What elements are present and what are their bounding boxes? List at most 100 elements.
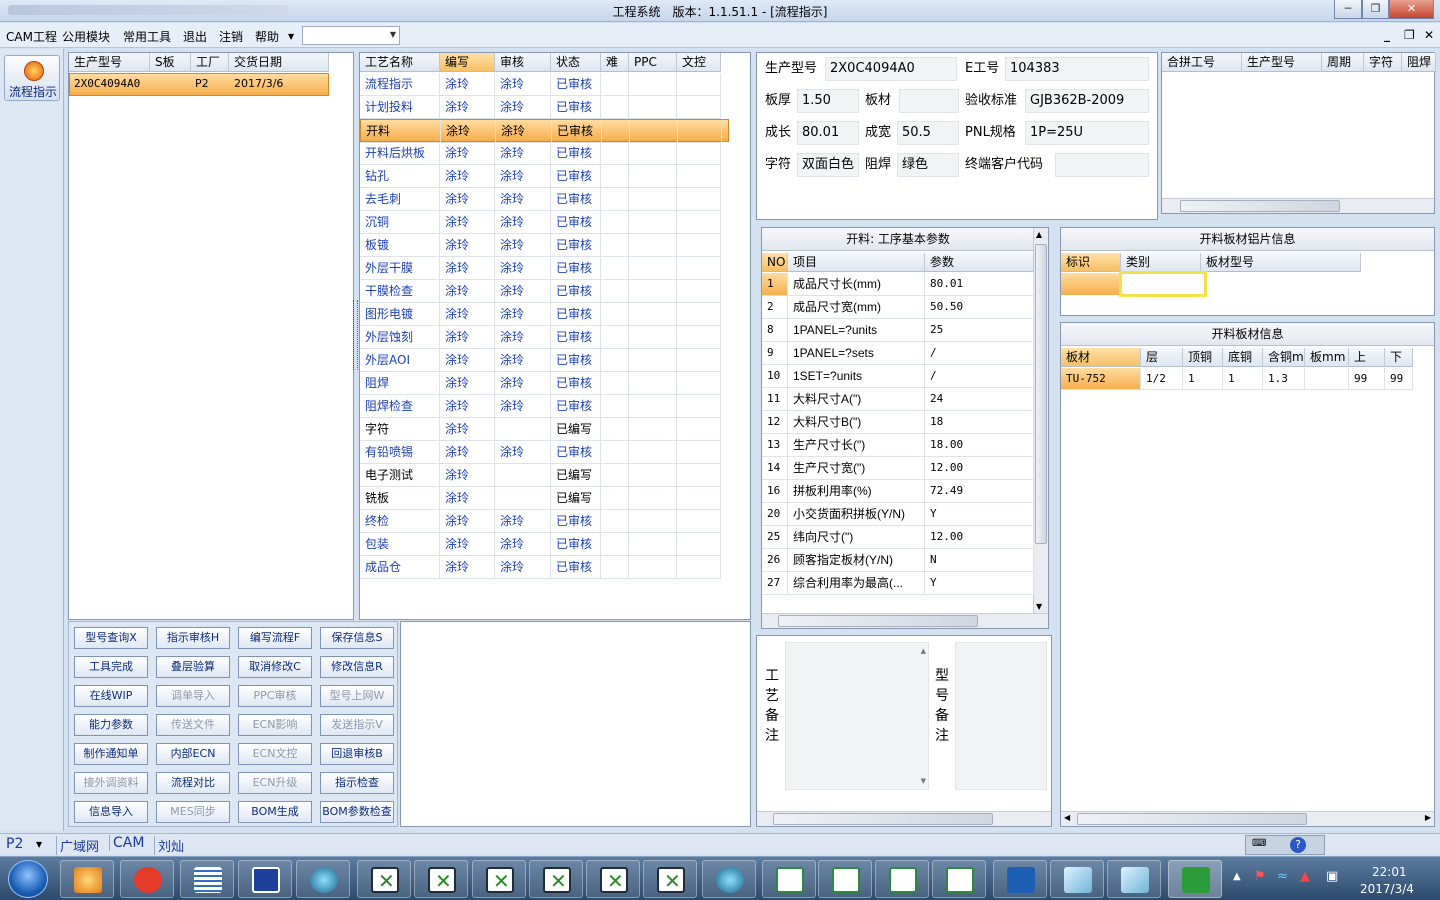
board-header[interactable]: 层 xyxy=(1141,348,1183,367)
minimize-icon[interactable]: ─ xyxy=(1334,0,1362,19)
taskbar-app[interactable] xyxy=(702,860,756,898)
scroll-up-icon[interactable]: ▲ xyxy=(921,647,926,655)
merge-header[interactable]: 字符 xyxy=(1364,53,1402,72)
table-row[interactable]: 板镀 涂玲 涂玲 已审核 xyxy=(360,234,729,257)
process-header[interactable]: 编写 xyxy=(440,53,495,72)
action-button[interactable]: 保存信息S xyxy=(320,627,394,649)
table-row[interactable]: 2X0C4094A0 P2 2017/3/6 xyxy=(69,73,329,96)
action-button[interactable]: 内部ECN xyxy=(156,743,230,765)
taskbar-app[interactable] xyxy=(238,860,292,898)
length-field[interactable]: 80.01 xyxy=(797,121,859,145)
board-cell[interactable]: TU-752 xyxy=(1061,368,1141,390)
taskbar-app[interactable] xyxy=(932,860,986,898)
customer-field[interactable] xyxy=(1055,153,1149,177)
table-row[interactable]: 铣板 涂玲 已编写 xyxy=(360,487,729,510)
taskbar-app[interactable] xyxy=(529,860,583,898)
flow-indicator-button[interactable]: 流程指示 xyxy=(4,55,60,101)
restore-icon[interactable]: ❐ xyxy=(1362,0,1389,19)
board-header[interactable]: 含铜mm xyxy=(1263,348,1305,367)
board-hscroll[interactable]: ◀ ▶ xyxy=(1061,811,1434,826)
merge-header[interactable]: 周期 xyxy=(1322,53,1364,72)
scroll-thumb[interactable] xyxy=(773,813,993,825)
board-header[interactable]: 下 xyxy=(1385,348,1413,367)
menu-exit[interactable]: 退出 xyxy=(183,28,207,45)
foil-category-editor[interactable] xyxy=(1119,271,1207,297)
process-header[interactable]: 审核 xyxy=(495,53,551,72)
taskbar-app[interactable] xyxy=(472,860,526,898)
merge-hscroll[interactable] xyxy=(1162,198,1434,213)
tray-network-icon[interactable]: ▣ xyxy=(1326,869,1338,884)
table-row[interactable]: 阻焊 涂玲 涂玲 已审核 xyxy=(360,372,729,395)
merge-header[interactable]: 阻焊 xyxy=(1402,53,1436,72)
board-header[interactable]: 顶铜 xyxy=(1183,348,1223,367)
scroll-left-icon[interactable]: ◀ xyxy=(1064,813,1070,822)
taskbar-app[interactable] xyxy=(993,860,1047,898)
action-button[interactable]: BOM生成 xyxy=(238,801,312,823)
table-row[interactable]: 字符 涂玲 已编写 xyxy=(360,418,729,441)
material-field[interactable] xyxy=(899,89,959,113)
menu-logout[interactable]: 注销 xyxy=(219,28,243,45)
table-row[interactable]: 沉铜 涂玲 涂玲 已审核 xyxy=(360,211,729,234)
board-header[interactable]: 上 xyxy=(1349,348,1385,367)
tray-reader-icon[interactable]: ▲ xyxy=(1300,869,1310,884)
table-row[interactable]: 外层蚀刻 涂玲 涂玲 已审核 xyxy=(360,326,729,349)
chevron-down-icon[interactable]: ▼ xyxy=(36,840,42,849)
taskbar-app[interactable] xyxy=(1107,860,1161,898)
menu-common-modules[interactable]: 公用模块 xyxy=(62,28,110,45)
taskbar-app[interactable] xyxy=(414,860,468,898)
process-header[interactable]: 难 xyxy=(601,53,629,72)
eno-field[interactable]: 104383 xyxy=(1005,57,1149,81)
action-button[interactable]: BOM参数检查 xyxy=(320,801,394,823)
action-button[interactable]: 取消修改C xyxy=(238,656,312,678)
params-hscroll[interactable] xyxy=(762,613,1048,628)
order-header[interactable]: 生产型号 xyxy=(69,53,150,72)
action-button[interactable]: 指示检查 xyxy=(320,772,394,794)
standard-field[interactable]: GJB362B-2009 xyxy=(1025,89,1149,113)
table-row[interactable]: 阻焊检查 涂玲 涂玲 已审核 xyxy=(360,395,729,418)
clock-date[interactable]: 2017/3/4 xyxy=(1360,882,1414,896)
tray-expand-icon[interactable]: ▲ xyxy=(1233,871,1241,882)
menu-cam[interactable]: CAM工程 xyxy=(6,28,57,45)
foil-header[interactable]: 类别 xyxy=(1121,253,1201,272)
taskbar-app-active[interactable] xyxy=(1168,860,1222,898)
table-row[interactable]: 终检 涂玲 涂玲 已审核 xyxy=(360,510,729,533)
process-header[interactable]: PPC xyxy=(629,53,677,72)
table-row[interactable]: 钻孔 涂玲 涂玲 已审核 xyxy=(360,165,729,188)
action-button[interactable]: 型号查询X xyxy=(74,627,148,649)
action-button[interactable]: 编写流程F xyxy=(238,627,312,649)
help-icon[interactable]: ? xyxy=(1290,837,1306,853)
taskbar-app[interactable] xyxy=(357,860,411,898)
table-row[interactable]: 有铅喷锡 涂玲 涂玲 已审核 xyxy=(360,441,729,464)
board-header[interactable]: 板材 xyxy=(1061,348,1141,367)
foil-cell-selected[interactable] xyxy=(1061,273,1119,295)
taskbar-app[interactable] xyxy=(818,860,872,898)
pnl-field[interactable]: 1P=25U xyxy=(1025,121,1149,145)
action-button[interactable]: 工具完成 xyxy=(74,656,148,678)
taskbar-app[interactable] xyxy=(120,860,174,898)
table-row[interactable]: 流程指示 涂玲 涂玲 已审核 xyxy=(360,73,729,96)
dropdown-arrow-icon[interactable]: ▼ xyxy=(288,32,294,41)
scroll-right-icon[interactable]: ▶ xyxy=(1425,813,1431,822)
table-row[interactable]: 包装 涂玲 涂玲 已审核 xyxy=(360,533,729,556)
action-button[interactable]: 指示审核H xyxy=(156,627,230,649)
taskbar-app[interactable] xyxy=(586,860,640,898)
board-header[interactable]: 板mm xyxy=(1305,348,1349,367)
table-row[interactable]: 干膜检查 涂玲 涂玲 已审核 xyxy=(360,280,729,303)
foil-header[interactable]: 板材型号 xyxy=(1201,253,1361,272)
params-vscroll[interactable]: ▲ ▼ xyxy=(1033,228,1048,613)
action-button[interactable]: 在线WIP xyxy=(74,685,148,707)
thickness-field[interactable]: 1.50 xyxy=(797,89,859,113)
model-field[interactable]: 2X0C4094A0 xyxy=(825,57,957,81)
scroll-thumb[interactable] xyxy=(1077,813,1307,825)
scroll-down-icon[interactable]: ▼ xyxy=(1036,602,1042,611)
taskbar-app[interactable] xyxy=(296,860,350,898)
scroll-down-icon[interactable]: ▼ xyxy=(921,777,926,785)
scroll-thumb[interactable] xyxy=(1180,200,1340,212)
params-header[interactable]: 参数 xyxy=(925,253,1034,272)
table-row[interactable]: 去毛刺 涂玲 涂玲 已审核 xyxy=(360,188,729,211)
tray-security-icon[interactable]: ⚑ xyxy=(1254,869,1266,884)
splitter-handle[interactable] xyxy=(353,300,358,370)
table-row[interactable]: 电子测试 涂玲 已编写 xyxy=(360,464,729,487)
mdi-restore-icon[interactable]: ❐ xyxy=(1404,28,1415,42)
keyboard-icon[interactable]: ⌨ xyxy=(1252,838,1266,849)
